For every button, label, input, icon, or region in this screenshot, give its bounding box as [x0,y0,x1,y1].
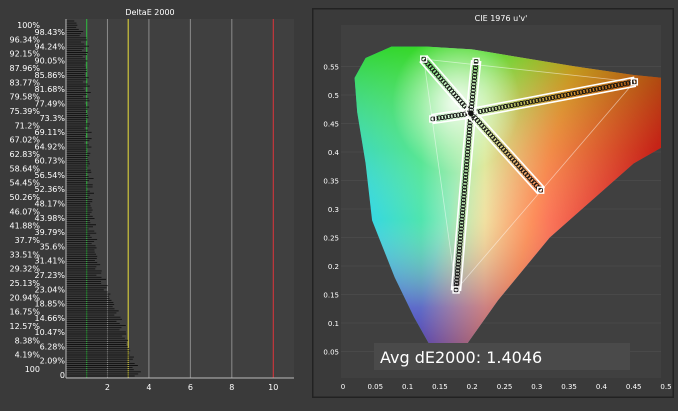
deltae-ytick-label: 56.54% [34,171,65,180]
deltae-ytick-label: 37.7% [15,236,41,245]
deltae-ytick-label: 100 [25,365,40,374]
deltae-ytick-label: 10.47% [34,328,65,337]
cie-ytick-label: 0.3 [328,206,339,214]
deltae-ytick-label: 31.41% [34,257,65,266]
deltae-ytick-label: 64.92% [34,142,65,151]
deltae-xtick-label: 10 [268,383,278,392]
deltae-ytick-label: 98.43% [34,28,65,37]
deltae-ytick-label: 4.19% [15,351,41,360]
cie-xtick-label: 0.05 [368,383,384,391]
cie-ytick-label: 0.1 [328,320,339,328]
deltae-plot-area [66,19,294,378]
deltae-chart-panel: DeltaE 2000 100% 96.34% 92.15% 87.96% 83.77%… [0,0,310,407]
deltae-ytick-label: 94.24% [34,42,65,51]
deltae-ytick-label: 2.09% [40,357,66,366]
deltae-ytick-label: 60.73% [34,157,65,166]
deltae-ytick-label: 35.6% [40,242,66,251]
cie-ytick-label: 0.55 [323,64,339,72]
deltae-title: DeltaE 2000 [125,8,174,17]
deltae-xtick-label: 4 [146,383,151,392]
cie-xtick-label: 0.45 [626,383,642,391]
cie-ytick-label: 0.05 [323,349,339,357]
cie-xtick-label: 0.15 [432,383,448,391]
deltae-ytick-label: 90.05% [34,57,65,66]
deltae-xtick-label: 6 [188,383,193,392]
cie-chart-panel: CIE 1976 u'v' 0 0.05 0.1 0.15 0.2 0.25 0.3 0.35… [310,6,676,400]
deltae-ytick-label: 52.36% [34,185,65,194]
cie-ytick-label: 0.25 [323,235,339,243]
cie-xtick-label: 0 [341,383,345,391]
deltae-ytick-label: 18.85% [34,300,65,309]
cie-chart: CIE 1976 u'v' 0 0.05 0.1 0.15 0.2 0.25 0.3 0.35… [310,6,676,400]
cie-xtick-label: 0.25 [497,383,513,391]
deltae-ytick-label: 6.28% [40,342,66,351]
deltae-ytick-label: 23.04% [34,285,65,294]
avg-de-label: Avg dE2000: 1.4046 [380,348,542,367]
cie-xtick-label: 0.1 [402,383,413,391]
deltae-ytick-label: 8.38% [15,336,41,345]
cie-xtick-label: 0.35 [561,383,577,391]
deltae-chart: DeltaE 2000 100%96.34%92.15%87.96%83.77%… [9,8,294,392]
cie-title: CIE 1976 u'v' [475,14,528,23]
cie-ytick-label: 0.4 [328,149,340,157]
deltae-ytick-label: 73.3% [40,114,66,123]
white-point-marker [468,110,474,117]
deltae-ytick-label: 77.49% [34,99,65,108]
cie-ytick-label: 0.2 [328,263,339,271]
cie-ytick-label: 0.15 [323,292,339,300]
deltae-ytick-label: 14.66% [34,314,65,323]
deltae-ytick-label: 39.79% [34,228,65,237]
cie-ytick-label: 0.35 [323,178,339,186]
deltae-ytick-label: 43.98% [34,214,65,223]
cie-xtick-label: 0.5 [660,383,671,391]
deltae-ytick-label: 85.86% [34,71,65,80]
deltae-ytick-label: 48.17% [34,200,65,209]
deltae-ytick-label: 27.23% [34,271,65,280]
cie-xtick-label: 0.4 [596,383,608,391]
cie-xtick-label: 0.2 [467,383,478,391]
deltae-ytick-label: 69.11% [34,128,65,137]
cie-ytick-label: 0.45 [323,121,339,129]
deltae-xtick-label: 8 [229,383,234,392]
deltae-ytick-label: 81.68% [34,85,65,94]
deltae-xtick-label: 2 [105,383,110,392]
deltae-ytick-label: 0 [60,371,65,380]
cie-xtick-label: 0.3 [531,383,542,391]
cie-ytick-label: 0.5 [328,92,339,100]
